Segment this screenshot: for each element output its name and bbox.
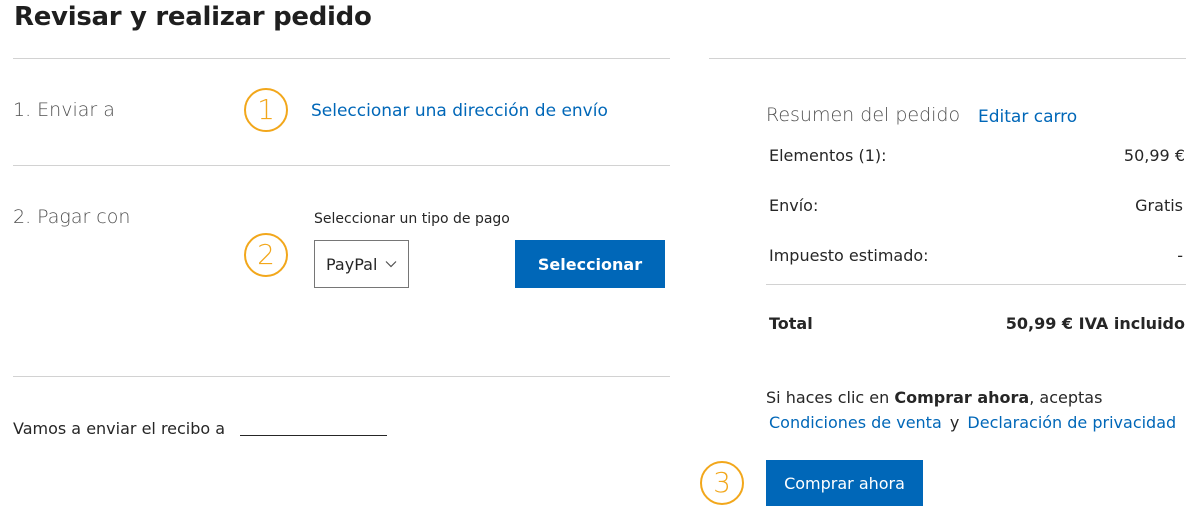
- privacy-statement-link[interactable]: Declaración de privacidad: [967, 413, 1176, 432]
- receipt-label: Vamos a enviar el recibo a: [13, 419, 226, 438]
- divider-step-2: [13, 376, 670, 377]
- terms-suffix: , aceptas: [1029, 388, 1103, 407]
- ship-to-label: 1. Enviar a: [13, 99, 115, 121]
- divider-top-left: [13, 58, 670, 59]
- terms-of-sale-link[interactable]: Condiciones de venta: [769, 413, 942, 432]
- terms-and: y: [949, 413, 960, 432]
- payment-type-value: PayPal: [326, 254, 378, 274]
- step-1-badge: 1: [244, 88, 288, 132]
- select-payment-button[interactable]: Seleccionar: [515, 240, 665, 288]
- chevron-down-icon: [385, 258, 397, 270]
- terms-prefix: Si haces clic en: [766, 388, 895, 407]
- select-shipping-address-link[interactable]: Seleccionar una dirección de envío: [311, 101, 608, 121]
- receipt-email-blank: [240, 435, 387, 436]
- shipping-value: Gratis: [1135, 196, 1183, 215]
- estimated-tax-label: Impuesto estimado:: [769, 246, 929, 265]
- total-label: Total: [769, 314, 813, 333]
- step-2-badge: 2: [244, 233, 288, 277]
- items-value: 50,99 €: [1123, 146, 1185, 165]
- payment-type-select[interactable]: PayPal: [314, 240, 409, 288]
- divider-top-right: [709, 58, 1186, 59]
- shipping-label: Envío:: [769, 196, 819, 215]
- items-label: Elementos (1):: [769, 146, 887, 165]
- terms-links: Condiciones de venta y Declaración de pr…: [769, 413, 1176, 432]
- total-value: 50,99 € IVA incluido: [1005, 314, 1185, 333]
- step-3-badge: 3: [700, 461, 744, 505]
- summary-divider: [766, 284, 1186, 285]
- order-summary-title: Resumen del pedido: [766, 104, 961, 126]
- edit-cart-link[interactable]: Editar carro: [978, 107, 1077, 127]
- pay-with-label: 2. Pagar con: [13, 206, 131, 228]
- buy-now-button[interactable]: Comprar ahora: [766, 460, 923, 506]
- terms-text: Si haces clic en Comprar ahora, aceptas: [766, 388, 1102, 407]
- page-title: Revisar y realizar pedido: [14, 2, 372, 32]
- payment-type-caption: Seleccionar un tipo de pago: [314, 211, 510, 227]
- terms-emphasis: Comprar ahora: [894, 388, 1030, 407]
- estimated-tax-value: -: [1177, 246, 1183, 265]
- divider-step-1: [13, 165, 670, 166]
